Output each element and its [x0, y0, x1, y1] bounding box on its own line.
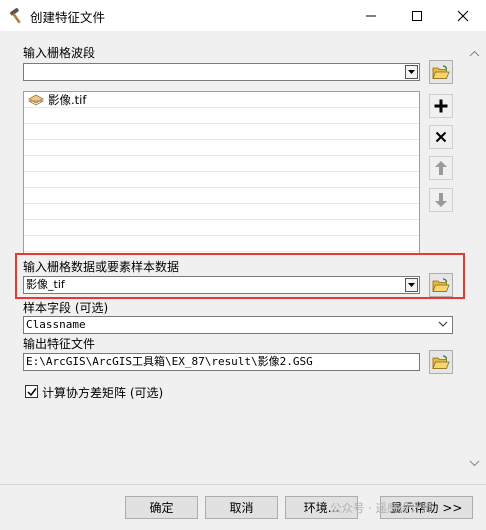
- covariance-checkbox[interactable]: [25, 385, 38, 398]
- list-row-empty: [24, 156, 419, 172]
- sample-field-value: Classname: [26, 318, 86, 331]
- hammer-icon: [8, 7, 26, 25]
- arrow-down-icon: [435, 193, 447, 207]
- open-folder-icon: [432, 64, 450, 79]
- scroll-down-icon[interactable]: [469, 460, 480, 467]
- open-folder-icon: [432, 354, 450, 369]
- list-row-empty: [24, 204, 419, 220]
- sample-field-label: 样本字段 (可选): [23, 301, 109, 315]
- list-row-empty: [24, 140, 419, 156]
- remove-button[interactable]: [429, 125, 453, 149]
- samples-value: 影像_tif: [26, 278, 65, 291]
- open-folder-icon: [432, 277, 450, 292]
- maximize-button[interactable]: [394, 0, 440, 31]
- output-label: 输出特征文件: [23, 337, 96, 351]
- add-button[interactable]: [429, 94, 453, 118]
- close-button[interactable]: [440, 0, 486, 31]
- sample-field-combobox[interactable]: Classname: [23, 316, 453, 334]
- close-icon: [457, 10, 469, 21]
- output-path-input[interactable]: E:\ArcGIS\ArcGIS工具箱\EX_87\result\影像2.GSG: [23, 353, 420, 371]
- move-down-button[interactable]: [429, 188, 453, 212]
- checkmark-icon: [26, 387, 37, 396]
- dropdown-arrow-icon[interactable]: [405, 278, 418, 292]
- covariance-label[interactable]: 计算协方差矩阵 (可选): [42, 384, 163, 401]
- chevron-down-icon[interactable]: [438, 320, 448, 328]
- move-up-button[interactable]: [429, 156, 453, 180]
- footer-separator: [0, 484, 486, 485]
- delete-x-icon: [435, 131, 447, 143]
- dropdown-arrow-icon[interactable]: [405, 65, 418, 79]
- browse-raster-bands-button[interactable]: [429, 60, 453, 84]
- list-item[interactable]: 影像.tif: [24, 92, 419, 108]
- plus-icon: [434, 99, 448, 113]
- title-bar: 创建特征文件: [0, 0, 486, 31]
- raster-layer-icon: [28, 94, 44, 105]
- browse-samples-button[interactable]: [429, 273, 453, 297]
- samples-label: 输入栅格数据或要素样本数据: [23, 260, 180, 274]
- raster-bands-label: 输入栅格波段: [23, 46, 96, 60]
- list-row-empty: [24, 220, 419, 236]
- maximize-icon: [412, 10, 422, 21]
- scroll-up-icon[interactable]: [469, 50, 480, 57]
- samples-dropdown[interactable]: 影像_tif: [23, 276, 420, 294]
- list-row-empty: [24, 188, 419, 204]
- window-title: 创建特征文件: [30, 10, 106, 25]
- list-row-empty: [24, 108, 419, 124]
- raster-bands-dropdown[interactable]: [23, 63, 420, 81]
- minimize-button[interactable]: [348, 0, 394, 31]
- list-row-empty: [24, 124, 419, 140]
- vertical-scrollbar[interactable]: [466, 44, 483, 474]
- raster-bands-list[interactable]: 影像.tif: [23, 91, 420, 254]
- minimize-icon: [366, 15, 376, 16]
- list-row-empty: [24, 172, 419, 188]
- ok-button[interactable]: 确定: [125, 496, 198, 519]
- output-path-value: E:\ArcGIS\ArcGIS工具箱\EX_87\result\影像2.GSG: [26, 355, 313, 368]
- arrow-up-icon: [435, 161, 447, 175]
- list-row-empty: [24, 236, 419, 252]
- watermark-text: 公众号 · 遥感设计师: [330, 501, 433, 515]
- cancel-button[interactable]: 取消: [205, 496, 278, 519]
- browse-output-button[interactable]: [429, 350, 453, 374]
- list-item-label: 影像.tif: [48, 92, 87, 107]
